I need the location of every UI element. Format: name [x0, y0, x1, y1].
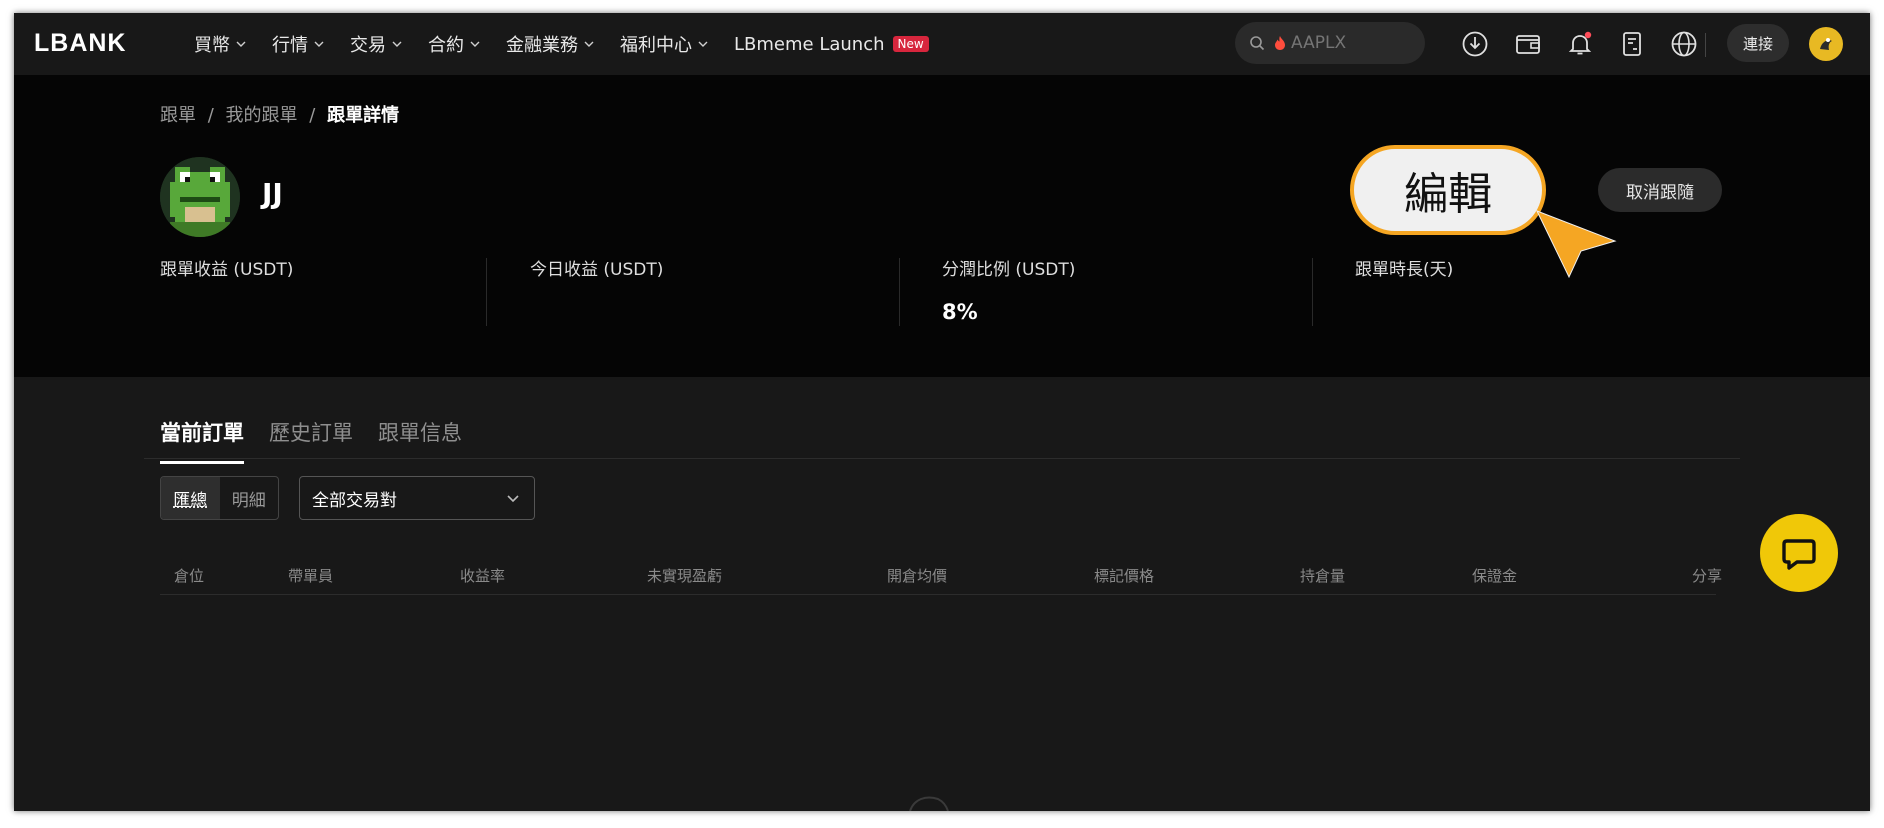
pair-select-value: 全部交易對	[312, 490, 397, 511]
menu-item-label: 合約	[428, 35, 464, 56]
bell-icon[interactable]	[1566, 30, 1594, 58]
stat-value	[160, 300, 293, 326]
column-header: 收益率	[460, 567, 506, 585]
trader-avatar	[160, 157, 240, 237]
chevron-down-icon	[698, 41, 708, 47]
stat-value: 8%	[942, 300, 978, 324]
breadcrumb-my-copy-trading[interactable]: 我的跟單	[226, 105, 298, 126]
menu-item-buy-crypto[interactable]: 買幣	[194, 31, 246, 57]
tab-current-orders[interactable]: 當前訂單	[160, 417, 244, 464]
menu-item-rewards[interactable]: 福利中心	[620, 31, 708, 57]
frog-avatar-icon	[160, 157, 240, 237]
menu-item-label: 交易	[350, 35, 386, 56]
tab-order-history[interactable]: 歷史訂單	[269, 417, 353, 464]
main-menu: 買幣 行情 交易 合約 金融業務 福利中心 LBmeme Launch New	[194, 13, 955, 75]
avatar-icon	[1815, 33, 1837, 55]
menu-item-finance[interactable]: 金融業務	[506, 31, 594, 57]
toggle-details[interactable]: 明細	[220, 477, 279, 519]
wallet-icon[interactable]	[1514, 30, 1542, 58]
chevron-down-icon	[507, 495, 519, 503]
stat-divider	[1312, 258, 1313, 326]
stat-value	[1355, 300, 1453, 326]
menu-item-label: 福利中心	[620, 35, 692, 56]
search-icon	[1250, 36, 1265, 51]
connect-button[interactable]: 連接	[1727, 24, 1789, 62]
menu-item-futures[interactable]: 合約	[428, 31, 480, 57]
breadcrumb-copy-trading[interactable]: 跟單	[160, 105, 196, 126]
column-header: 開倉均價	[887, 567, 948, 585]
stat-label: 今日收益 (USDT)	[530, 260, 664, 280]
fire-icon	[1275, 36, 1285, 50]
column-header: 帶單員	[288, 567, 334, 585]
chat-bubble-icon	[1782, 539, 1816, 570]
menu-item-lbmeme-launch[interactable]: LBmeme Launch New	[734, 34, 929, 55]
column-header: 標記價格	[1094, 567, 1155, 585]
tabs-divider	[144, 458, 1740, 459]
stat-divider	[486, 258, 487, 326]
stat-label: 分潤比例 (USDT)	[942, 260, 1076, 280]
edit-button[interactable]: 編輯	[1350, 145, 1546, 235]
column-header: 保證金	[1472, 567, 1518, 585]
stat-value	[530, 300, 663, 326]
stat-copy-duration: 跟單時長(天)	[1355, 255, 1453, 326]
menu-item-label: LBmeme Launch	[734, 33, 885, 55]
positions-table-header: 倉位 帶單員 收益率 未實現盈虧 開倉均價 標記價格 持倉量 保證金 分享	[160, 553, 1722, 595]
download-icon[interactable]	[1461, 30, 1489, 58]
chevron-down-icon	[236, 41, 246, 47]
menu-item-markets[interactable]: 行情	[272, 31, 324, 57]
breadcrumb-current: 跟單詳情	[327, 105, 400, 126]
lbank-logo[interactable]: LBANK	[34, 29, 127, 58]
column-header: 未實現盈虧	[647, 567, 723, 585]
menu-item-trade[interactable]: 交易	[350, 31, 402, 57]
view-toggle: 匯總 明細	[160, 476, 279, 520]
document-icon[interactable]	[1618, 30, 1646, 58]
toggle-summary[interactable]: 匯總	[161, 477, 220, 519]
stat-copy-profit: 跟單收益 (USDT)	[160, 255, 293, 326]
stat-divider	[899, 258, 900, 326]
column-header: 分享	[1692, 567, 1723, 585]
breadcrumb: 跟單 / 我的跟單 / 跟單詳情	[160, 101, 399, 127]
menu-item-label: 買幣	[194, 35, 230, 56]
unfollow-button[interactable]: 取消跟隨	[1598, 168, 1722, 212]
chevron-down-icon	[584, 41, 594, 47]
stat-label: 跟單時長(天)	[1355, 260, 1454, 280]
menu-item-label: 金融業務	[506, 35, 578, 56]
new-badge: New	[892, 36, 929, 52]
breadcrumb-separator: /	[207, 105, 214, 126]
chevron-down-icon	[470, 41, 480, 47]
search-input[interactable]	[1291, 33, 1411, 53]
menu-item-label: 行情	[272, 35, 308, 56]
trader-name: JJ	[262, 177, 283, 210]
chat-support-button[interactable]	[1760, 514, 1838, 592]
tab-copy-info[interactable]: 跟單信息	[378, 417, 462, 464]
stat-label: 跟單收益 (USDT)	[160, 260, 294, 280]
user-avatar[interactable]	[1809, 27, 1843, 61]
breadcrumb-separator: /	[309, 105, 316, 126]
pair-select[interactable]: 全部交易對	[299, 476, 535, 520]
app-window: LBANK 買幣 行情 交易 合約 金融業務 福利中心 LBmeme Launc…	[14, 13, 1870, 811]
chevron-down-icon	[392, 41, 402, 47]
trader-summary: 跟單 / 我的跟單 / 跟單詳情 JJ 編輯 取消跟隨 跟單收益 (USDT) …	[14, 75, 1870, 377]
orders-section: 當前訂單 歷史訂單 跟單信息 匯總 明細 全部交易對 倉位 帶單員 收益率 未實…	[14, 377, 1870, 811]
empty-state-icon	[909, 796, 949, 811]
cursor-pointer-icon	[1535, 210, 1617, 279]
search-box[interactable]	[1235, 22, 1425, 64]
globe-icon[interactable]	[1670, 30, 1698, 58]
chevron-down-icon	[314, 41, 324, 47]
top-nav: LBANK 買幣 行情 交易 合約 金融業務 福利中心 LBmeme Launc…	[14, 13, 1870, 75]
column-header: 倉位	[174, 567, 205, 585]
nav-divider	[1705, 33, 1706, 57]
order-tabs: 當前訂單 歷史訂單 跟單信息	[160, 417, 487, 464]
stat-today-profit: 今日收益 (USDT)	[530, 255, 663, 326]
column-header: 持倉量	[1300, 567, 1346, 585]
stat-profit-share: 分潤比例 (USDT) 8%	[942, 255, 1075, 326]
